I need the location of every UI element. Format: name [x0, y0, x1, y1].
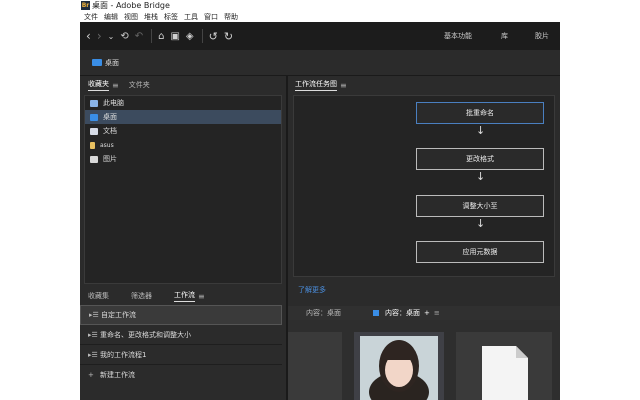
content-tab-icon	[373, 310, 379, 316]
learn-more-link[interactable]: 了解更多	[298, 285, 326, 295]
menu-label[interactable]: 标签	[164, 12, 178, 22]
tab-collections[interactable]: 收藏集	[88, 291, 109, 302]
favorite-item-this-pc[interactable]: 此电脑	[85, 96, 281, 110]
panel-menu-icon[interactable]: ≡	[198, 292, 205, 301]
thumbnail-file[interactable]	[456, 332, 552, 400]
favorite-item-desktop[interactable]: 桌面	[85, 110, 281, 124]
menu-tools[interactable]: 工具	[184, 12, 198, 22]
camera-import-icon[interactable]: ⌂	[158, 31, 164, 42]
favorite-item-documents[interactable]: 文档	[85, 124, 281, 138]
tab-content-2[interactable]: 内容：桌面	[385, 308, 420, 318]
menu-help[interactable]: 帮助	[224, 12, 238, 22]
document-file-icon	[482, 346, 528, 400]
chevron-down-icon[interactable]: ⌄	[108, 32, 115, 41]
tab-workflow-map[interactable]: 工作流任务图	[295, 79, 337, 91]
menu-edit[interactable]: 编辑	[104, 12, 118, 22]
workflow-icon: ▸☰	[88, 330, 98, 339]
arrow-down-icon: ↓	[476, 124, 486, 137]
bottom-left-tabs: 收藏集 筛选器 工作流 ≡	[80, 289, 205, 303]
workflow-step-apply-metadata[interactable]: 应用元数据	[416, 241, 544, 263]
content-tabs: 内容：桌面 内容：桌面 + ≡	[288, 306, 560, 320]
menu-bar: 文件 编辑 视图 堆栈 标签 工具 窗口 帮助	[80, 11, 560, 22]
workspace-filmstrip[interactable]: 胶片	[535, 22, 549, 50]
bridge-app-icon: Br	[81, 1, 90, 10]
toolbar-divider	[151, 29, 153, 43]
breadcrumb-desktop[interactable]: 桌面	[105, 58, 119, 68]
pictures-icon	[90, 155, 98, 163]
toolbar-divider	[201, 29, 203, 43]
left-panel-tabs: 收藏夹 ≡ 文件夹	[80, 78, 150, 92]
desktop-folder-icon	[92, 59, 102, 66]
workflow-icon: ▸☰	[88, 350, 98, 359]
workflow-icon: ▸☰	[89, 311, 99, 319]
workspace-essentials[interactable]: 基本功能	[444, 22, 472, 50]
favorite-label: 此电脑	[103, 99, 124, 107]
workflow-list: ▸☰ 自定工作流 ▸☰ 重命名、更改格式和调整大小 ▸☰ 我的工作流程1 + 新…	[80, 305, 282, 400]
menu-stack[interactable]: 堆栈	[144, 12, 158, 22]
favorite-label: 图片	[103, 155, 117, 163]
rotate-right-icon[interactable]: ↻	[224, 30, 233, 43]
tab-content-1[interactable]: 内容：桌面	[306, 308, 341, 318]
new-workflow-button[interactable]: + 新建工作流	[80, 365, 282, 385]
tab-folders[interactable]: 文件夹	[129, 80, 150, 91]
workflow-item-custom[interactable]: ▸☰ 自定工作流	[80, 305, 282, 325]
tab-workflow[interactable]: 工作流	[174, 290, 195, 302]
plus-icon: +	[88, 371, 94, 379]
open-recent-icon[interactable]: ◈	[186, 31, 194, 42]
computer-icon	[90, 99, 98, 107]
panel-menu-icon[interactable]: ≡	[340, 81, 347, 90]
workflow-step-change-format[interactable]: 更改格式	[416, 148, 544, 170]
toolbar: ‹ › ⌄ ⟲ ↶ ⌂ ▣ ◈ ↺ ↻ 基本功能 库 胶片	[80, 22, 560, 50]
workspace-libraries[interactable]: 库	[501, 22, 508, 50]
recent-history-icon[interactable]: ⟲	[120, 31, 128, 42]
favorite-label: 桌面	[103, 113, 117, 121]
tab-filter[interactable]: 筛选器	[131, 291, 152, 302]
menu-view[interactable]: 视图	[124, 12, 138, 22]
panel-menu-icon[interactable]: ≡	[434, 309, 440, 317]
arrow-down-icon: ↓	[476, 217, 486, 230]
user-folder-icon	[90, 141, 95, 149]
add-tab-icon[interactable]: +	[424, 309, 430, 317]
workflow-map: 批重命名 ↓ 更改格式 ↓ 调整大小至 ↓ 应用元数据	[293, 95, 555, 277]
favorites-list: 此电脑 桌面 文档 asus 图片	[84, 95, 282, 284]
favorite-label: 文档	[103, 127, 117, 135]
workflow-item-rename-format-resize[interactable]: ▸☰ 重命名、更改格式和调整大小	[80, 325, 282, 345]
arrow-down-icon: ↓	[476, 170, 486, 183]
thumbnail-image[interactable]	[354, 332, 444, 400]
documents-icon	[90, 127, 98, 135]
adobe-bridge-window: Br 桌面 - Adobe Bridge 文件 编辑 视图 堆栈 标签 工具 窗…	[80, 0, 560, 400]
favorite-item-asus[interactable]: asus	[85, 138, 281, 152]
thumbnail-item[interactable]	[288, 332, 342, 400]
tab-favorites[interactable]: 收藏夹	[88, 79, 109, 91]
forward-icon[interactable]: ›	[97, 29, 102, 43]
favorite-label: asus	[100, 141, 114, 149]
content-grid	[288, 320, 560, 400]
rotate-left-icon[interactable]: ↺	[209, 30, 218, 43]
workflow-step-resize[interactable]: 调整大小至	[416, 195, 544, 217]
workflow-label: 我的工作流程1	[100, 350, 147, 359]
path-bar: 桌面	[80, 50, 560, 76]
desktop-folder-icon	[90, 113, 98, 121]
panel-menu-icon[interactable]: ≡	[112, 81, 119, 90]
menu-file[interactable]: 文件	[84, 12, 98, 22]
new-workflow-label: 新建工作流	[100, 371, 135, 379]
window-title: 桌面 - Adobe Bridge	[92, 1, 170, 10]
workflow-label: 自定工作流	[101, 311, 136, 319]
workflow-label: 重命名、更改格式和调整大小	[100, 330, 191, 339]
menu-window[interactable]: 窗口	[204, 12, 218, 22]
workflow-map-tabs: 工作流任务图 ≡	[287, 78, 347, 92]
portrait-photo	[354, 332, 444, 400]
favorite-item-pictures[interactable]: 图片	[85, 152, 281, 166]
back-icon[interactable]: ‹	[86, 29, 91, 43]
refine-icon[interactable]: ▣	[170, 31, 179, 42]
title-bar: Br 桌面 - Adobe Bridge	[80, 0, 560, 11]
workflow-step-batch-rename[interactable]: 批重命名	[416, 102, 544, 124]
workflow-item-my-workflow[interactable]: ▸☰ 我的工作流程1	[80, 345, 282, 365]
return-icon[interactable]: ↶	[135, 31, 143, 42]
